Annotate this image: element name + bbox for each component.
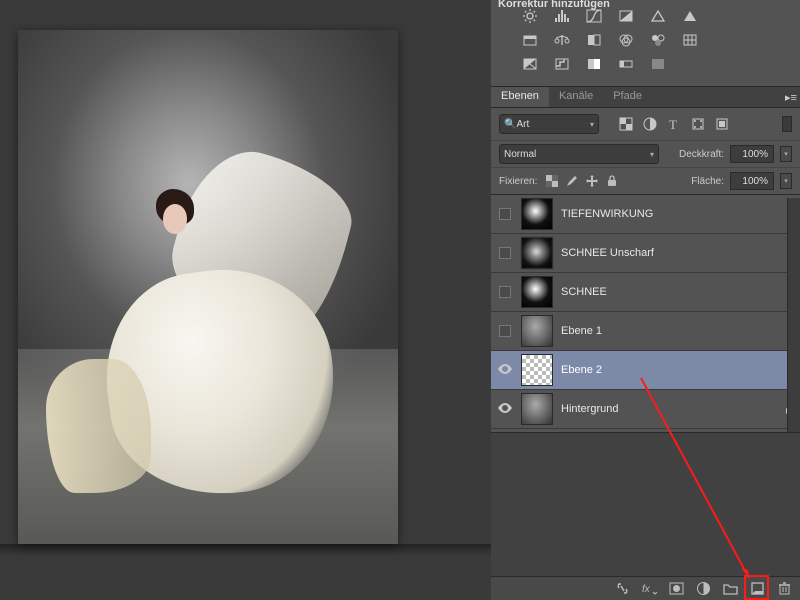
trash-icon[interactable] xyxy=(777,581,792,596)
chevron-down-icon: ▾ xyxy=(650,150,654,159)
levels-icon[interactable] xyxy=(553,8,571,24)
layer-name[interactable]: Ebene 2 xyxy=(561,364,800,376)
fill-label: Fläche: xyxy=(691,176,724,187)
layers-scrollbar[interactable] xyxy=(787,198,800,432)
blend-row: Normal ▾ Deckkraft: ▾ xyxy=(491,140,800,167)
photo-content xyxy=(18,30,398,544)
adjustments-title: Korrektur hinzufügen xyxy=(498,0,610,10)
threshold-icon[interactable] xyxy=(585,56,603,72)
panel-menu-icon[interactable]: ▸≡ xyxy=(782,87,800,107)
filter-type-icon[interactable]: T xyxy=(667,117,681,131)
layer-thumbnail[interactable] xyxy=(521,393,553,425)
lock-move-icon[interactable] xyxy=(585,174,599,188)
balance-icon[interactable] xyxy=(553,32,571,48)
filter-shape-icon[interactable] xyxy=(691,117,705,131)
invert-icon[interactable] xyxy=(521,56,539,72)
visibility-checkbox xyxy=(499,325,511,337)
layer-thumbnail[interactable] xyxy=(521,237,553,269)
layer-thumbnail[interactable] xyxy=(521,276,553,308)
new-group-icon[interactable] xyxy=(723,581,738,596)
canvas-workspace xyxy=(0,0,491,600)
opacity-input[interactable] xyxy=(730,145,774,163)
layer-row[interactable]: Hintergrund xyxy=(491,390,800,429)
exposure-icon[interactable] xyxy=(617,8,635,24)
bw-icon[interactable] xyxy=(585,32,603,48)
tab-layers[interactable]: Ebenen xyxy=(491,87,549,107)
blend-mode-label: Normal xyxy=(504,149,536,160)
filter-toggle[interactable] xyxy=(782,116,792,132)
color-lookup-icon[interactable] xyxy=(649,32,667,48)
new-layer-icon[interactable] xyxy=(750,581,765,596)
blend-mode-dropdown[interactable]: Normal ▾ xyxy=(499,144,659,164)
selective-color-icon[interactable] xyxy=(649,56,667,72)
visibility-checkbox xyxy=(499,247,511,259)
visibility-toggle[interactable] xyxy=(491,325,519,337)
layer-row[interactable]: TIEFENWIRKUNG xyxy=(491,195,800,234)
layers-empty-area xyxy=(491,432,800,577)
opacity-stepper[interactable]: ▾ xyxy=(780,146,792,162)
visibility-toggle[interactable] xyxy=(491,286,519,298)
panel-tabs: Ebenen Kanäle Pfade ▸≡ xyxy=(491,86,800,108)
fx-icon[interactable]: fx xyxy=(642,581,657,596)
search-icon: 🔍 xyxy=(504,119,516,130)
fill-input[interactable] xyxy=(730,172,774,190)
visibility-checkbox xyxy=(499,286,511,298)
layers-list: TIEFENWIRKUNG SCHNEE Unscharf SCHNEE Ebene … xyxy=(491,194,800,429)
opacity-label: Deckkraft: xyxy=(679,149,724,160)
lock-all-icon[interactable] xyxy=(605,174,619,188)
filter-pixel-icon[interactable] xyxy=(619,117,633,131)
visibility-toggle[interactable] xyxy=(491,403,519,416)
visibility-checkbox xyxy=(499,208,511,220)
brightness-icon[interactable] xyxy=(521,8,539,24)
filter-type-dropdown[interactable]: 🔍 Art ▾ xyxy=(499,114,599,134)
chevron-down-icon: ▾ xyxy=(590,120,594,129)
document-canvas[interactable] xyxy=(18,30,398,544)
svg-text:T: T xyxy=(669,117,677,131)
gradient-map-icon[interactable] xyxy=(617,56,635,72)
filter-type-label: Art xyxy=(516,119,529,130)
layer-name[interactable]: TIEFENWIRKUNG xyxy=(561,208,800,220)
curves-icon[interactable] xyxy=(585,8,603,24)
layer-row[interactable]: Ebene 2 xyxy=(491,351,800,390)
eye-icon xyxy=(498,364,512,377)
layer-name[interactable]: Hintergrund xyxy=(561,403,780,415)
link-layers-icon[interactable] xyxy=(615,581,630,596)
visibility-toggle[interactable] xyxy=(491,208,519,220)
layer-thumbnail[interactable] xyxy=(521,354,553,386)
hue-triangle-icon[interactable] xyxy=(681,8,699,24)
mask-icon[interactable] xyxy=(669,581,684,596)
photo-filter-icon[interactable] xyxy=(521,32,539,48)
adjustments-grid xyxy=(491,0,800,86)
layer-thumbnail[interactable] xyxy=(521,198,553,230)
lock-brush-icon[interactable] xyxy=(565,174,579,188)
layer-thumbnail[interactable] xyxy=(521,315,553,347)
layer-name[interactable]: Ebene 1 xyxy=(561,325,800,337)
channel-mixer-icon[interactable] xyxy=(617,32,635,48)
new-adjustment-icon[interactable] xyxy=(696,581,711,596)
lock-transparency-icon[interactable] xyxy=(545,174,559,188)
layers-bottom-bar: fx xyxy=(491,576,800,600)
layer-row[interactable]: SCHNEE xyxy=(491,273,800,312)
filter-smart-icon[interactable] xyxy=(715,117,729,131)
visibility-toggle[interactable] xyxy=(491,247,519,259)
filter-adjustment-icon[interactable] xyxy=(643,117,657,131)
tab-paths[interactable]: Pfade xyxy=(603,87,652,107)
layer-name[interactable]: SCHNEE xyxy=(561,286,800,298)
posterize-icon[interactable] xyxy=(553,56,571,72)
layer-name[interactable]: SCHNEE Unscharf xyxy=(561,247,800,259)
vibrance-icon[interactable] xyxy=(649,8,667,24)
eye-icon xyxy=(498,403,512,416)
lut-grid-icon[interactable] xyxy=(681,32,699,48)
svg-text:fx: fx xyxy=(642,584,651,595)
layer-row[interactable]: SCHNEE Unscharf xyxy=(491,234,800,273)
lock-label: Fixieren: xyxy=(499,176,537,187)
layer-row[interactable]: Ebene 1 xyxy=(491,312,800,351)
visibility-toggle[interactable] xyxy=(491,364,519,377)
layer-filter-row: 🔍 Art ▾ T xyxy=(491,108,800,140)
tab-channels[interactable]: Kanäle xyxy=(549,87,603,107)
lock-row: Fixieren: Fläche: ▾ xyxy=(491,167,800,194)
fill-stepper[interactable]: ▾ xyxy=(780,173,792,189)
